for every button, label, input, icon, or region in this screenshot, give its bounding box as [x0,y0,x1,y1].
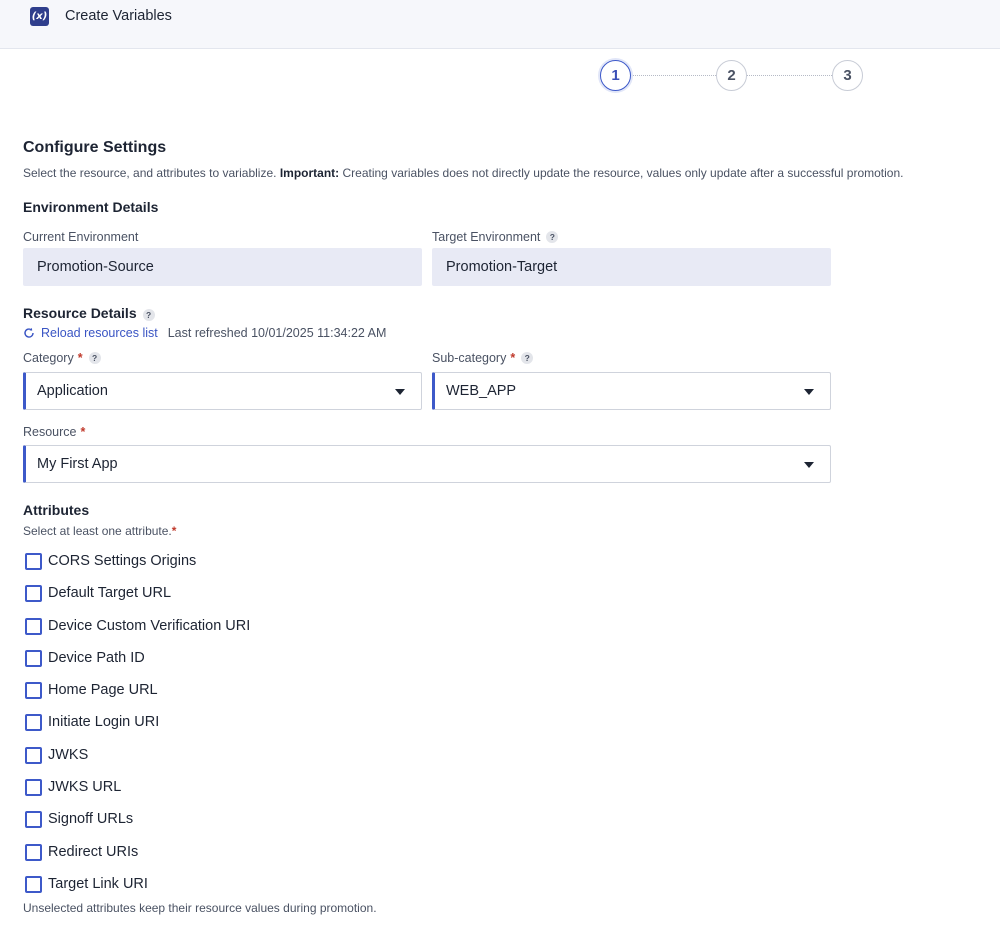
attribute-option[interactable]: CORS Settings Origins [25,551,196,571]
reload-resources-link[interactable]: Reload resources list [41,326,158,340]
help-icon[interactable]: ? [88,352,101,364]
section-description: Select the resource, and attributes to v… [23,166,904,180]
reload-row: Reload resources list Last refreshed 10/… [23,326,386,340]
step-connector [747,75,832,76]
required-mark: * [77,351,83,365]
checkbox[interactable] [25,649,42,667]
help-icon[interactable]: ? [546,231,559,243]
current-environment-field: Promotion-Source [23,248,422,286]
last-refreshed-text: Last refreshed 10/01/2025 11:34:22 AM [167,326,387,340]
attribute-option[interactable]: JWKS [25,745,88,765]
attribute-option[interactable]: Device Custom Verification URI [25,616,250,636]
chevron-down-icon [395,389,405,395]
checkbox[interactable] [25,778,42,796]
step-2[interactable]: 2 [716,60,747,91]
environment-details-title: Environment Details [23,199,159,215]
attribute-option[interactable]: Home Page URL [25,680,158,700]
checkbox[interactable] [25,552,42,570]
checkbox[interactable] [25,617,42,635]
step-3[interactable]: 3 [832,60,863,91]
resource-details-title: Resource Details ? [23,305,155,321]
chevron-down-icon [804,389,814,395]
attributes-title: Attributes [23,502,90,518]
checkbox[interactable] [25,875,42,893]
attribute-option[interactable]: Initiate Login URI [25,712,159,732]
checkbox[interactable] [25,584,42,602]
required-mark: * [510,351,516,365]
wizard-stepper: 1 2 3 [600,60,863,91]
page-title: Create Variables [65,8,172,24]
step-connector [631,75,716,76]
attribute-option[interactable]: Device Path ID [25,648,145,668]
checkbox[interactable] [25,810,42,828]
current-environment-label: Current Environment [23,230,139,244]
subcategory-label: Sub-category * ? [432,351,534,365]
attribute-option[interactable]: Redirect URIs [25,842,138,862]
attribute-option[interactable]: Default Target URL [25,583,171,603]
category-label: Category * ? [23,351,101,365]
attribute-option[interactable]: JWKS URL [25,777,121,797]
checkbox[interactable] [25,843,42,861]
attributes-footer-note: Unselected attributes keep their resourc… [23,901,377,915]
attribute-option[interactable]: Target Link URI [25,874,148,894]
header-bar: (x) Create Variables [0,0,1000,49]
checkbox[interactable] [25,746,42,764]
section-title: Configure Settings [23,139,167,156]
subcategory-select[interactable]: WEB_APP [432,372,831,410]
category-select[interactable]: Application [23,372,422,410]
required-mark: * [80,425,86,439]
chevron-down-icon [804,462,814,468]
required-mark: * [171,524,177,538]
attributes-hint: Select at least one attribute.* [23,524,177,538]
help-icon[interactable]: ? [142,308,155,321]
checkbox[interactable] [25,681,42,699]
checkbox[interactable] [25,713,42,731]
step-1[interactable]: 1 [600,60,631,91]
refresh-icon[interactable] [23,327,35,339]
help-icon[interactable]: ? [521,352,534,364]
resource-label: Resource * [23,425,86,439]
resource-select[interactable]: My First App [23,445,831,483]
attribute-option[interactable]: Signoff URLs [25,809,133,829]
target-environment-label: Target Environment ? [432,230,559,244]
target-environment-field: Promotion-Target [432,248,831,286]
variable-icon: (x) [30,7,49,26]
